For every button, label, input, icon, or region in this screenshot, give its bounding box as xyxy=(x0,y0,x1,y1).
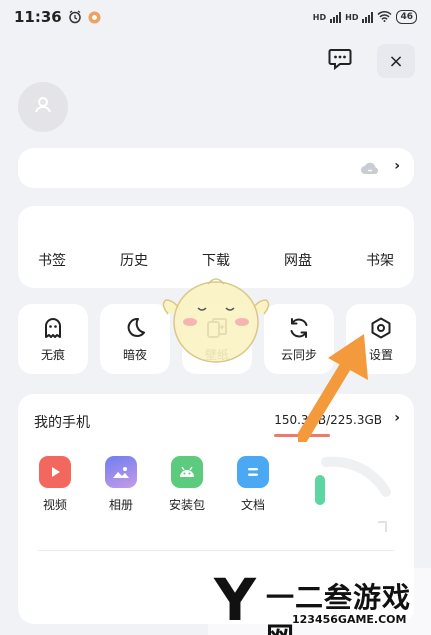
app-notification-icon xyxy=(88,11,101,24)
pointer-arrow xyxy=(298,334,368,442)
close-icon: × xyxy=(388,50,404,72)
cloud-icon xyxy=(360,160,380,179)
account-card[interactable]: › xyxy=(18,148,414,188)
storage-ring xyxy=(315,456,391,532)
divider xyxy=(38,550,394,551)
app-label: 文档 xyxy=(240,498,265,512)
watermark-text: 一二叁游戏网 xyxy=(266,581,412,635)
message-dots-icon xyxy=(328,48,352,74)
chevron-right-icon[interactable]: › xyxy=(394,410,400,426)
my-phone-title: 我的手机 xyxy=(34,415,90,431)
user-icon xyxy=(33,95,53,119)
photo-icon xyxy=(105,456,137,488)
mascot-sticker xyxy=(162,278,270,363)
chevron-right-icon: › xyxy=(394,158,400,174)
app-label: 相册 xyxy=(108,498,133,512)
network-badge: HD xyxy=(312,12,327,22)
alarm-icon xyxy=(68,10,82,24)
watermark-letter: Y xyxy=(214,566,256,634)
tab-history[interactable]: 历史 xyxy=(120,250,148,270)
close-button[interactable]: × xyxy=(377,44,415,78)
signal-icon xyxy=(362,11,374,23)
wifi-icon xyxy=(377,10,393,25)
moon-icon xyxy=(123,316,147,344)
status-time: 11:36 xyxy=(14,8,62,26)
document-icon xyxy=(237,456,269,488)
tab-downloads[interactable]: 下载 xyxy=(202,250,230,270)
app-photos[interactable]: 相册 xyxy=(96,456,146,513)
video-icon xyxy=(39,456,71,488)
status-bar: 11:36 HD HD 46 xyxy=(0,0,431,34)
app-video[interactable]: 视频 xyxy=(30,456,80,513)
battery-indicator: 46 xyxy=(396,10,417,24)
app-label: 视频 xyxy=(42,498,67,512)
watermark-url: 123456GAME.COM xyxy=(292,613,407,626)
app-documents[interactable]: 文档 xyxy=(228,456,278,513)
tab-bookshelf[interactable]: 书架 xyxy=(366,250,394,270)
incognito-button[interactable]: 无痕 xyxy=(18,304,88,374)
ghost-icon xyxy=(41,316,65,344)
message-button[interactable] xyxy=(321,44,359,78)
tab-cloud-drive[interactable]: 网盘 xyxy=(284,250,312,270)
tab-bookmarks[interactable]: 书签 xyxy=(38,250,66,270)
site-watermark: Y 一二叁游戏网 123456GAME.COM xyxy=(208,566,431,635)
android-icon xyxy=(171,456,203,488)
app-label: 安装包 xyxy=(168,498,205,512)
top-actions: × xyxy=(321,44,415,78)
tool-label: 无痕 xyxy=(40,348,65,362)
avatar[interactable] xyxy=(18,82,68,132)
network-badge: HD xyxy=(345,12,359,22)
signal-icon xyxy=(330,11,342,23)
app-packages[interactable]: 安装包 xyxy=(162,456,212,513)
